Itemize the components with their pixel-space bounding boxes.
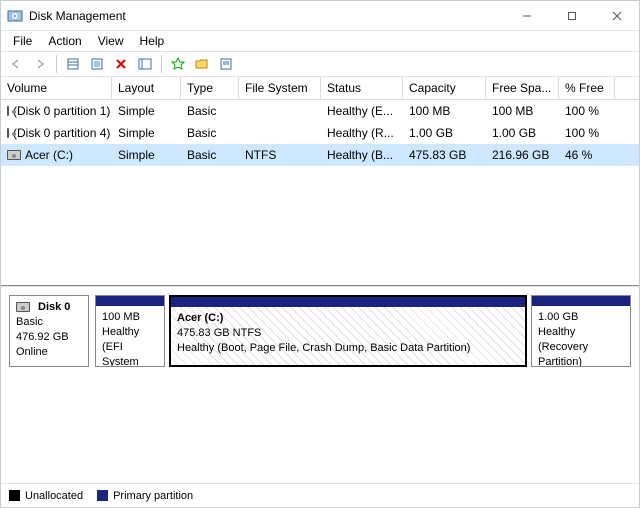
separator	[56, 55, 57, 73]
menu-view[interactable]: View	[90, 32, 132, 50]
menu-file[interactable]: File	[5, 32, 40, 50]
action-button[interactable]	[167, 53, 189, 75]
cell: 100 MB	[486, 102, 559, 120]
col-type[interactable]: Type	[181, 77, 239, 99]
menubar: File Action View Help	[1, 31, 639, 51]
disk-name: Disk 0	[16, 300, 82, 315]
legend: Unallocated Primary partition	[1, 483, 639, 507]
refresh-button[interactable]	[86, 53, 108, 75]
back-button[interactable]	[5, 53, 27, 75]
cell: Basic	[181, 146, 239, 164]
partition-map: 100 MBHealthy (EFI SystemAcer (C:)475.83…	[95, 295, 631, 367]
explore-button[interactable]	[191, 53, 213, 75]
cell: Simple	[112, 124, 181, 142]
cell	[239, 124, 321, 142]
grid-body[interactable]: (Disk 0 partition 1)SimpleBasicHealthy (…	[1, 100, 639, 285]
partition-body: 1.00 GBHealthy (Recovery Partition)	[532, 306, 630, 367]
menu-help[interactable]: Help	[132, 32, 173, 50]
window-controls	[504, 1, 639, 30]
disk-state: Online	[16, 345, 82, 360]
partition-stripe	[532, 296, 630, 306]
cell: 1.00 GB	[486, 124, 559, 142]
swatch-black-icon	[9, 490, 20, 501]
col-capacity[interactable]: Capacity	[403, 77, 486, 99]
volume-list: Volume Layout Type File System Status Ca…	[1, 77, 639, 286]
partition[interactable]: Acer (C:)475.83 GB NTFSHealthy (Boot, Pa…	[169, 295, 527, 367]
cell: Basic	[181, 102, 239, 120]
cell: Simple	[112, 146, 181, 164]
table-row[interactable]: (Disk 0 partition 1)SimpleBasic Healthy (…	[1, 100, 639, 122]
cell: Acer (C:)	[1, 146, 112, 164]
partition-body: 100 MBHealthy (EFI System	[96, 306, 164, 367]
disk-management-window: Disk Management File Action View Help Vo…	[0, 0, 640, 508]
disk-header[interactable]: Disk 0 Basic 476.92 GB Online	[9, 295, 89, 367]
cell: 100 %	[559, 124, 615, 142]
minimize-button[interactable]	[504, 1, 549, 30]
cell: 475.83 GB	[403, 146, 486, 164]
disk-icon	[16, 302, 30, 312]
forward-button[interactable]	[29, 53, 51, 75]
col-layout[interactable]: Layout	[112, 77, 181, 99]
table-row[interactable]: (Disk 0 partition 4)SimpleBasic Healthy (…	[1, 122, 639, 144]
cell: NTFS	[239, 146, 321, 164]
cell: Healthy (E...	[321, 102, 403, 120]
properties-button[interactable]	[215, 53, 237, 75]
partition[interactable]: 100 MBHealthy (EFI System	[95, 295, 165, 367]
graphical-view: Disk 0 Basic 476.92 GB Online 100 MBHeal…	[1, 286, 639, 483]
toolbar	[1, 51, 639, 77]
menu-action[interactable]: Action	[40, 32, 89, 50]
cell: 216.96 GB	[486, 146, 559, 164]
titlebar: Disk Management	[1, 1, 639, 31]
col-free[interactable]: Free Spa...	[486, 77, 559, 99]
delete-button[interactable]	[110, 53, 132, 75]
close-button[interactable]	[594, 1, 639, 30]
disk-size: 476.92 GB	[16, 330, 82, 345]
legend-primary: Primary partition	[97, 490, 193, 502]
col-volume[interactable]: Volume	[1, 77, 112, 99]
separator	[161, 55, 162, 73]
cell: 100 %	[559, 102, 615, 120]
cell: Simple	[112, 102, 181, 120]
partition[interactable]: 1.00 GBHealthy (Recovery Partition)	[531, 295, 631, 367]
cell: 100 MB	[403, 102, 486, 120]
partition-stripe	[171, 297, 525, 307]
legend-unallocated: Unallocated	[9, 490, 83, 502]
cell: (Disk 0 partition 4)	[1, 124, 112, 142]
swatch-navy-icon	[97, 490, 108, 501]
cell: 46 %	[559, 146, 615, 164]
window-title: Disk Management	[29, 9, 504, 23]
app-icon	[7, 8, 23, 24]
col-filesystem[interactable]: File System	[239, 77, 321, 99]
cell	[239, 102, 321, 120]
details-button[interactable]	[134, 53, 156, 75]
col-pctfree[interactable]: % Free	[559, 77, 615, 99]
cell: Healthy (B...	[321, 146, 403, 164]
disk-type: Basic	[16, 315, 82, 330]
table-row[interactable]: Acer (C:)SimpleBasicNTFSHealthy (B...475…	[1, 144, 639, 166]
grid-header: Volume Layout Type File System Status Ca…	[1, 77, 639, 100]
cell: Healthy (R...	[321, 124, 403, 142]
col-status[interactable]: Status	[321, 77, 403, 99]
partition-body: Acer (C:)475.83 GB NTFSHealthy (Boot, Pa…	[171, 307, 525, 365]
format-button[interactable]	[62, 53, 84, 75]
maximize-button[interactable]	[549, 1, 594, 30]
cell: 1.00 GB	[403, 124, 486, 142]
cell: (Disk 0 partition 1)	[1, 102, 112, 120]
partition-stripe	[96, 296, 164, 306]
cell: Basic	[181, 124, 239, 142]
